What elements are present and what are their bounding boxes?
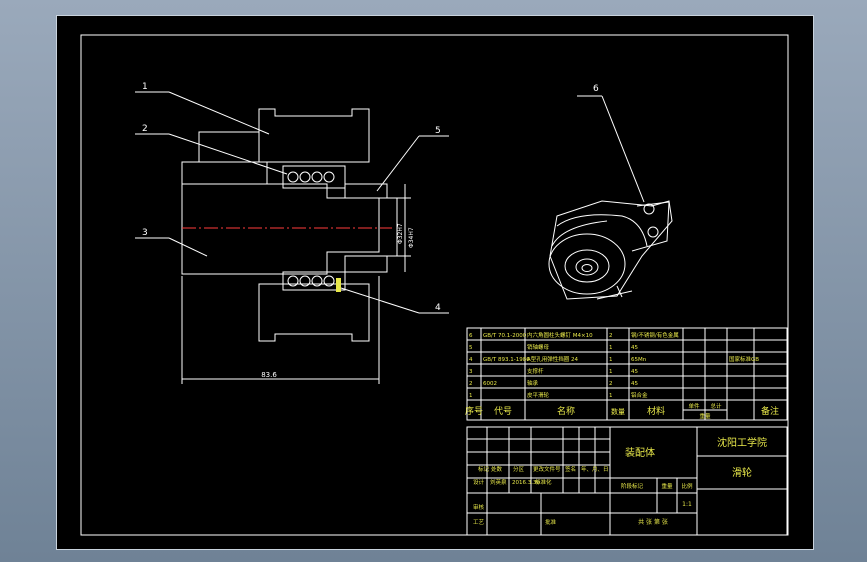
weight-label: 重量 — [661, 482, 673, 490]
pulley-upper — [258, 108, 370, 163]
bom-cell-name: 轴承 — [527, 379, 539, 387]
row-label-2: 分区 — [513, 465, 525, 473]
dim-overall-length: 83.6 — [261, 371, 277, 379]
bom-header-name: 名称 — [557, 405, 575, 417]
bom-cell-qty: 2 — [609, 381, 613, 387]
balloon-6: 6 — [593, 84, 599, 94]
bom-table: 6 GB/T 70.1-2000 内六角圆柱头螺钉 M4×10 2 钢/不锈钢/有色金属… — [465, 327, 788, 421]
balloon-3: 3 — [142, 228, 148, 238]
bom-cell-material: 65Mn — [631, 357, 647, 363]
bom-header-note: 备注 — [761, 405, 779, 417]
bom-cell-material: 45 — [631, 345, 638, 351]
bom-header-code: 代号 — [494, 406, 512, 417]
pulley-lower — [258, 283, 370, 342]
design-label: 设计 — [473, 478, 485, 486]
bom-cell-qty: 1 — [609, 393, 613, 399]
process-label: 工艺 — [473, 519, 485, 526]
balloon-1: 1 — [142, 82, 148, 92]
scale-label: 比例 — [681, 482, 693, 490]
school-name: 沈阳工学院 — [717, 436, 767, 449]
bom-header-material: 材料 — [647, 405, 665, 417]
drawing-frame — [80, 34, 789, 536]
balloon-5: 5 — [435, 126, 441, 136]
bom-cell-no: 3 — [469, 369, 473, 375]
dim-dia-2: Φ34H7 — [408, 227, 415, 248]
bom-cell-name: A型孔用弹性挡圈 24 — [527, 355, 579, 363]
bom-cell-code: GB/T 70.1-2000 — [483, 333, 527, 339]
balloon-2: 2 — [142, 124, 148, 134]
part-name: 滑轮 — [732, 466, 752, 479]
bom-cell-name: 皮平滑轮 — [527, 391, 550, 399]
bom-header-unit: 单件 — [688, 402, 700, 410]
bom-header-no: 序号 — [465, 405, 483, 417]
bom-cell-no: 1 — [469, 393, 473, 399]
bom-header-qty: 数量 — [611, 407, 625, 416]
stage-label: 阶段标记 — [621, 482, 644, 490]
bom-header-weight: 重量 — [699, 412, 711, 420]
bom-cell-name: 内六角圆柱头螺钉 M4×10 — [527, 331, 593, 339]
bearing-upper — [282, 165, 346, 189]
check-label: 审核 — [473, 503, 485, 511]
bom-cell-no: 2 — [469, 381, 473, 387]
bom-cell-code: GB/T 893.1-1986 — [483, 357, 530, 363]
bom-cell-no: 6 — [469, 333, 473, 339]
retaining-ring — [336, 278, 341, 292]
bearing-lower — [282, 271, 346, 291]
isometric-view: 6 — [548, 84, 673, 300]
bom-cell-note: 国家标准GB — [729, 355, 759, 363]
title-block: 装配体 沈阳工学院 滑轮 阶段标记 重量 比例 1:1 共 张 第 张 标记 处… — [466, 426, 788, 536]
drawing-sheet: 83.6 Φ32H7 Φ34H7 1 2 3 5 4 6 6 GB/T 70.1… — [80, 34, 789, 536]
row-label-5: 年、月、日 — [581, 465, 609, 473]
bom-cell-material: 钢/不锈钢/有色金属 — [631, 331, 679, 339]
iso-screw-2 — [647, 226, 659, 238]
bom-cell-material: 45 — [631, 381, 638, 387]
row-label-4: 签名 — [565, 465, 576, 473]
bracket-step — [181, 161, 268, 185]
sheets: 共 张 第 张 — [638, 518, 668, 526]
bom-cell-name: 销轴螺母 — [527, 343, 550, 351]
scale-value: 1:1 — [682, 501, 692, 508]
shaft-nut-bottom — [344, 255, 388, 273]
approve-label: 批准 — [545, 518, 557, 526]
iso-outline — [549, 200, 673, 300]
standardize-label: 标准化 — [535, 478, 552, 486]
bom-cell-qty: 1 — [609, 345, 613, 351]
bom-header-total: 总计 — [710, 402, 722, 410]
row-label-3: 更改文件号 — [533, 465, 561, 473]
bom-cell-material: 铝合金 — [631, 391, 648, 399]
row-label-1: 处数 — [491, 465, 503, 473]
dim-dia-1: Φ32H7 — [397, 223, 404, 244]
drawing-name: 装配体 — [625, 446, 655, 459]
bom-cell-no: 5 — [469, 345, 473, 351]
row-label-0: 标记 — [478, 465, 490, 473]
bom-cell-material: 45 — [631, 369, 638, 375]
bom-cell-name: 支撑杆 — [527, 367, 544, 375]
balloon-4: 4 — [435, 303, 441, 313]
designer: 刘英泉 — [490, 478, 507, 486]
bom-cell-qty: 1 — [609, 369, 613, 375]
bom-cell-code: 6002 — [483, 381, 497, 387]
drawing-canvas: 83.6 Φ32H7 Φ34H7 1 2 3 5 4 6 6 GB/T 70.1… — [56, 15, 814, 550]
bom-cell-qty: 2 — [609, 333, 613, 339]
section-view: 83.6 Φ32H7 Φ34H7 1 2 3 5 4 — [135, 82, 449, 384]
bom-cell-qty: 1 — [609, 357, 613, 363]
bom-cell-no: 4 — [469, 357, 473, 363]
